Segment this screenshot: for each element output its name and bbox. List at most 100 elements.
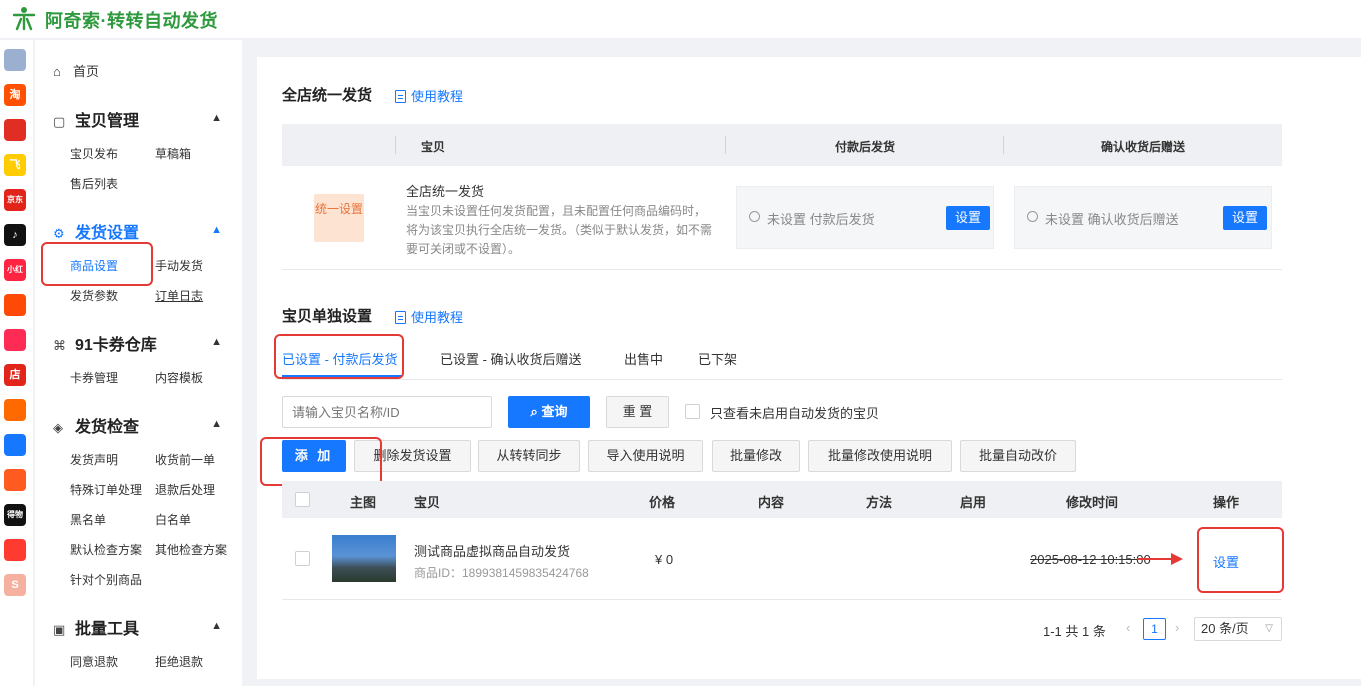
tab-set-after-receipt[interactable]: 已设置 - 确认收货后赠送: [440, 349, 582, 368]
chevron-up-icon[interactable]: ▲: [211, 620, 222, 632]
sidebar-item-blacklist[interactable]: 黑名单: [70, 511, 106, 528]
column-divider: [725, 136, 726, 154]
chevron-left-icon[interactable]: ‹: [1126, 620, 1130, 635]
product-price: ¥ 0: [655, 552, 674, 567]
after-payment-status: 未设置 付款后发货: [767, 212, 875, 227]
divider: [282, 269, 1282, 270]
tutorial-link[interactable]: 使用教程: [395, 86, 463, 105]
radio-icon[interactable]: [1027, 211, 1038, 222]
tab-delisted[interactable]: 已下架: [698, 349, 737, 368]
face-app-icon[interactable]: [4, 469, 26, 491]
sidebar-item-other-check[interactable]: 其他检查方案: [155, 541, 227, 558]
section-title-store-wide: 全店统一发货: [282, 87, 373, 104]
select-all-checkbox[interactable]: [295, 492, 310, 507]
radio-icon[interactable]: [749, 211, 760, 222]
taobao-app-icon[interactable]: 淘: [4, 84, 26, 106]
chevron-up-icon[interactable]: ▲: [211, 112, 222, 124]
after-receipt-status: 未设置 确认收货后赠送: [1045, 212, 1179, 227]
chevron-right-icon[interactable]: ›: [1175, 620, 1179, 635]
zhuanzhuan-app-icon[interactable]: [4, 539, 26, 561]
sidebar-item-manual-ship[interactable]: 手动发货: [155, 257, 203, 274]
app-switcher: 淘飞京东 ♪ 小红书店得物 S: [0, 40, 33, 686]
sidebar-item-whitelist[interactable]: 白名单: [155, 511, 191, 528]
sidebar-group-coupon-warehouse[interactable]: ⌘ 91卡券仓库: [53, 331, 157, 355]
sidebar-item-order-log[interactable]: 订单日志: [155, 287, 203, 304]
unified-setting-tag: 统一设置: [314, 194, 364, 242]
reset-button[interactable]: 重 置: [606, 396, 669, 428]
sidebar-item-default-check[interactable]: 默认检查方案: [70, 541, 142, 558]
pagination-page[interactable]: 1: [1143, 618, 1166, 640]
query-button[interactable]: ⌕ 查询: [508, 396, 590, 428]
sync-from-zhuanzhuan-button[interactable]: 从转转同步: [478, 440, 580, 472]
chevron-down-icon: ▽: [1265, 623, 1273, 634]
batch-edit-instructions-button[interactable]: 批量修改使用说明: [808, 440, 952, 472]
sidebar-item-content-template[interactable]: 内容模板: [155, 369, 203, 386]
sidebar-item-ship-params[interactable]: 发货参数: [70, 287, 118, 304]
product-thumbnail[interactable]: [332, 535, 396, 582]
chevron-up-icon[interactable]: ▲: [211, 418, 222, 430]
bag-icon: ▢: [53, 114, 66, 129]
column-header-item: 宝贝: [421, 140, 446, 154]
product-name[interactable]: 测试商品虚拟商品自动发货: [414, 541, 570, 560]
bag-app-icon[interactable]: [4, 399, 26, 421]
column-header-price: 价格: [649, 495, 676, 510]
row-divider: [282, 599, 1282, 600]
only-unenabled-checkbox[interactable]: [685, 404, 700, 419]
sidebar-item-reject-refund[interactable]: 拒绝退款: [155, 653, 203, 670]
tutorial-link[interactable]: 使用教程: [395, 307, 463, 326]
sidebar-item-agree-refund[interactable]: 同意退款: [70, 653, 118, 670]
home-icon: ⌂: [53, 64, 61, 79]
tab-on-sale[interactable]: 出售中: [624, 349, 663, 368]
after-receipt-set-button[interactable]: 设置: [1223, 206, 1267, 230]
query-label: 查询: [541, 404, 568, 419]
tutorial-label: 使用教程: [411, 310, 464, 325]
arrow-right-icon: [1171, 553, 1183, 565]
highlight-box: [41, 242, 153, 286]
store-app-icon[interactable]: 店: [4, 364, 26, 386]
douyin-app-icon[interactable]: ♪: [4, 224, 26, 246]
products-table-header: 主图 宝贝 价格 内容 方法 启用 修改时间 操作: [282, 481, 1282, 518]
sidebar-item-before-receipt[interactable]: 收货前一单: [155, 451, 215, 468]
chevron-up-icon[interactable]: ▲: [211, 224, 222, 236]
sidebar-item-drafts[interactable]: 草稿箱: [155, 145, 191, 162]
column-header-after-receipt: 确认收货后赠送: [1101, 140, 1186, 154]
search-input[interactable]: [282, 396, 492, 428]
chevron-up-icon[interactable]: ▲: [211, 336, 222, 348]
page-size-select[interactable]: 20 条/页 ▽: [1194, 617, 1282, 641]
xiaohongshu-app-icon[interactable]: 小红书: [4, 259, 26, 281]
dewu-app-icon[interactable]: 得物: [4, 504, 26, 526]
brand-name: 阿奇索·转转自动发货: [45, 11, 218, 31]
row-checkbox[interactable]: [295, 551, 310, 566]
column-header-image: 主图: [350, 495, 377, 510]
sidebar-item-publish[interactable]: 宝贝发布: [70, 145, 118, 162]
batch-auto-reprice-button[interactable]: 批量自动改价: [960, 440, 1076, 472]
after-payment-set-button[interactable]: 设置: [946, 206, 990, 230]
column-header-method: 方法: [866, 495, 893, 510]
sidebar-item-per-product[interactable]: 针对个别商品: [70, 571, 142, 588]
sidebar-group-shipping-check[interactable]: ◈ 发货检查: [53, 413, 139, 437]
import-instructions-button[interactable]: 导入使用说明: [588, 440, 703, 472]
jd-app-icon[interactable]: 京东: [4, 189, 26, 211]
sidebar-item-ship-statement[interactable]: 发货声明: [70, 451, 118, 468]
sidebar-item-aftersale[interactable]: 售后列表: [70, 175, 118, 192]
link-app-icon[interactable]: [4, 434, 26, 456]
pinduoduo-app-icon[interactable]: [4, 119, 26, 141]
sidebar-item-home[interactable]: ⌂ 首页: [53, 61, 99, 80]
grid-app-icon[interactable]: [4, 49, 26, 71]
store-wide-table-header: 宝贝 付款后发货 确认收货后赠送: [282, 124, 1282, 166]
column-header-content: 内容: [758, 495, 785, 510]
thumb-app-icon[interactable]: [4, 329, 26, 351]
sidebar-item-special-orders[interactable]: 特殊订单处理: [70, 481, 142, 498]
sidebar-item-coupon-manage[interactable]: 卡券管理: [70, 369, 118, 386]
fliggy-app-icon[interactable]: 飞: [4, 154, 26, 176]
sidebar-item-after-refund[interactable]: 退款后处理: [155, 481, 215, 498]
batch-edit-button[interactable]: 批量修改: [712, 440, 800, 472]
shop-app-icon[interactable]: S: [4, 574, 26, 596]
kuaishou-app-icon[interactable]: [4, 294, 26, 316]
sidebar-group-shipping-settings[interactable]: ⚙ 发货设置: [53, 219, 139, 243]
sidebar-group-products[interactable]: ▢ 宝贝管理: [53, 107, 139, 131]
sidebar-group-batch-tools[interactable]: ▣ 批量工具: [53, 615, 139, 639]
document-icon: [395, 311, 406, 324]
annotation-arrow: [1137, 558, 1173, 560]
highlight-box: [260, 437, 382, 486]
